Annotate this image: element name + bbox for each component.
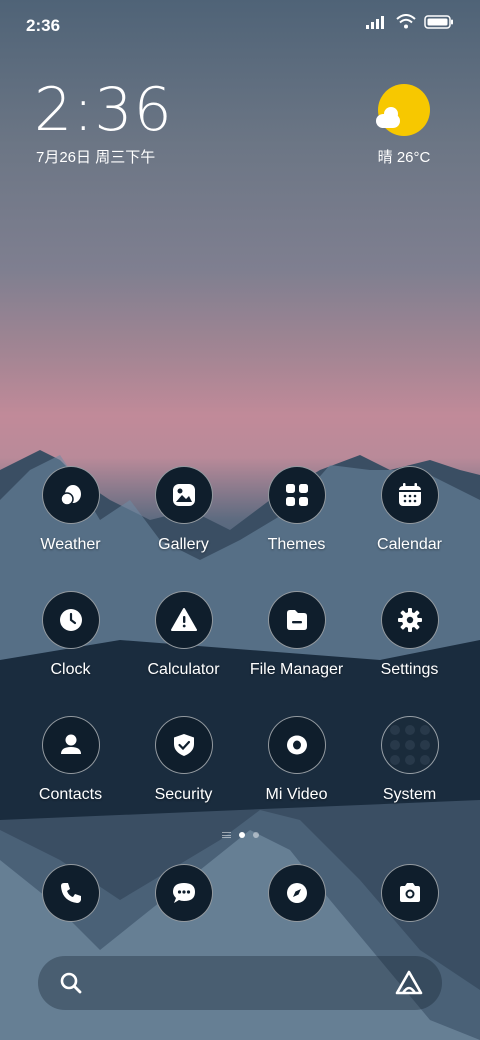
app-calculator[interactable]: Calculator — [127, 591, 240, 691]
app-clock[interactable]: Clock — [14, 591, 127, 691]
app-label: Calendar — [377, 536, 442, 553]
app-settings[interactable]: Settings — [353, 591, 466, 691]
search-bar[interactable] — [38, 956, 442, 1010]
app-themes[interactable]: Themes — [240, 466, 353, 566]
search-icon — [60, 972, 82, 994]
clock-icon — [41, 591, 100, 649]
app-label: Themes — [267, 536, 326, 553]
app-file-manager[interactable]: File Manager — [240, 591, 353, 691]
weather-temperature: 晴 26°C — [377, 149, 431, 166]
browser-compass-icon — [267, 864, 326, 922]
app-row-2: Clock Calculator File Manager Settings — [14, 591, 466, 691]
app-calendar[interactable]: Calendar — [353, 466, 466, 566]
clock-widget-time[interactable]: 2:36 — [34, 80, 173, 140]
folder-icon — [380, 716, 439, 774]
file-manager-icon — [267, 591, 326, 649]
app-label: Clock — [50, 661, 91, 678]
camera-icon — [380, 864, 439, 922]
assistant-icon[interactable] — [394, 969, 424, 997]
contacts-icon — [41, 716, 100, 774]
app-label: Calculator — [147, 661, 220, 678]
app-system-folder[interactable]: System — [353, 716, 466, 816]
app-label: System — [382, 786, 437, 803]
dock — [14, 864, 466, 928]
home-screen: 2:36 2:36 7月26日 周三下午 晴 26°C Weather Gall… — [0, 0, 480, 1040]
shield-icon — [154, 716, 213, 774]
video-icon — [267, 716, 326, 774]
themes-icon — [267, 466, 326, 524]
status-bar: 2:36 — [0, 0, 480, 50]
app-label: File Manager — [249, 661, 344, 678]
dock-browser[interactable] — [240, 864, 353, 928]
weather-icon — [41, 466, 100, 524]
dock-camera[interactable] — [353, 864, 466, 928]
page-dot — [252, 832, 259, 838]
messages-icon — [154, 864, 213, 922]
app-security[interactable]: Security — [127, 716, 240, 816]
app-weather[interactable]: Weather — [14, 466, 127, 566]
app-label: Weather — [40, 536, 101, 553]
status-icons — [366, 14, 454, 29]
gallery-icon — [154, 466, 213, 524]
menu-page-icon — [221, 832, 231, 838]
wifi-icon — [396, 14, 416, 29]
page-dot-active — [238, 832, 245, 838]
app-label: Settings — [380, 661, 439, 678]
app-row-1: Weather Gallery Themes Calendar — [14, 466, 466, 566]
dock-messages[interactable] — [127, 864, 240, 928]
app-label: Contacts — [38, 786, 103, 803]
app-label: Gallery — [158, 536, 209, 553]
page-indicator[interactable] — [200, 829, 280, 841]
calculator-icon — [154, 591, 213, 649]
gear-icon — [380, 591, 439, 649]
app-label: Mi Video — [265, 786, 328, 803]
weather-widget[interactable]: 晴 26°C — [364, 84, 444, 167]
clock-widget-date: 7月26日 周三下午 — [36, 149, 156, 166]
dock-phone[interactable] — [14, 864, 127, 928]
battery-icon — [424, 14, 453, 29]
app-row-3: Contacts Security Mi Video System — [14, 716, 466, 816]
calendar-icon — [380, 466, 439, 524]
app-label: Security — [154, 786, 213, 803]
app-gallery[interactable]: Gallery — [127, 466, 240, 566]
sun-with-cloud-icon — [376, 84, 430, 136]
app-contacts[interactable]: Contacts — [14, 716, 127, 816]
signal-icon — [366, 15, 384, 29]
app-mi-video[interactable]: Mi Video — [240, 716, 353, 816]
status-time: 2:36 — [26, 16, 61, 35]
phone-icon — [41, 864, 100, 922]
